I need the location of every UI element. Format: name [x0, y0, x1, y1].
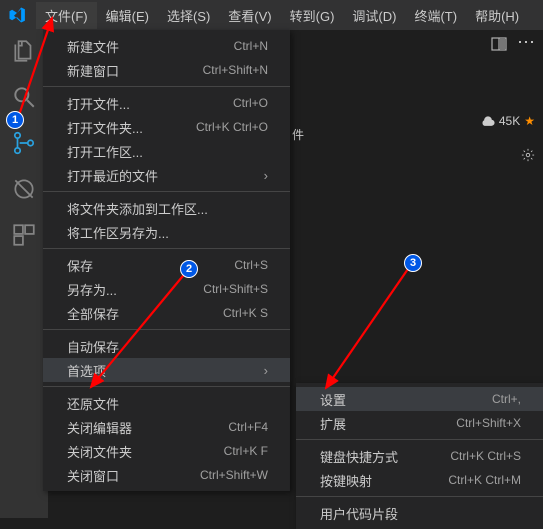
- annotation-marker-3: 3: [404, 254, 422, 272]
- file-menu: 新建文件Ctrl+N 新建窗口Ctrl+Shift+N 打开文件...Ctrl+…: [43, 30, 290, 491]
- cloud-download-icon: [481, 114, 495, 128]
- preferences-submenu: 设置Ctrl+, 扩展Ctrl+Shift+X 键盘快捷方式Ctrl+K Ctr…: [296, 383, 543, 529]
- star-icon: ★: [524, 114, 535, 128]
- more-actions-icon[interactable]: ⋯: [517, 33, 535, 51]
- search-icon[interactable]: [11, 84, 37, 110]
- debug-icon[interactable]: [11, 176, 37, 202]
- menu-separator: [43, 386, 290, 387]
- split-editor-icon[interactable]: [491, 36, 507, 52]
- menu-item-close-window[interactable]: 关闭窗口Ctrl+Shift+W: [43, 463, 290, 487]
- activity-bar: [0, 30, 48, 518]
- submenu-item-keyboard-shortcuts[interactable]: 键盘快捷方式Ctrl+K Ctrl+S: [296, 444, 543, 468]
- menu-item-revert-file[interactable]: 还原文件: [43, 391, 290, 415]
- menu-item-close-folder[interactable]: 关闭文件夹Ctrl+K F: [43, 439, 290, 463]
- source-control-icon[interactable]: [11, 130, 37, 156]
- menu-item-save[interactable]: 保存Ctrl+S: [43, 253, 290, 277]
- menu-separator: [43, 329, 290, 330]
- menu-select[interactable]: 选择(S): [158, 2, 219, 29]
- menu-item-new-window[interactable]: 新建窗口Ctrl+Shift+N: [43, 58, 290, 82]
- menu-terminal[interactable]: 终端(T): [405, 2, 466, 29]
- menu-item-close-editor[interactable]: 关闭编辑器Ctrl+F4: [43, 415, 290, 439]
- menu-help[interactable]: 帮助(H): [466, 2, 528, 29]
- menu-item-preferences[interactable]: 首选项›: [43, 358, 290, 382]
- submenu-item-user-snippets[interactable]: 用户代码片段: [296, 501, 543, 525]
- menu-item-open-recent[interactable]: 打开最近的文件›: [43, 163, 290, 187]
- settings-gear-icon[interactable]: [521, 148, 535, 162]
- menu-item-auto-save[interactable]: 自动保存: [43, 334, 290, 358]
- menu-item-new-file[interactable]: 新建文件Ctrl+N: [43, 34, 290, 58]
- menu-separator: [296, 439, 543, 440]
- menu-separator: [43, 191, 290, 192]
- menu-item-open-workspace[interactable]: 打开工作区...: [43, 139, 290, 163]
- annotation-arrow-3: [320, 260, 420, 395]
- menu-separator: [296, 496, 543, 497]
- submenu-item-keymaps[interactable]: 按键映射Ctrl+K Ctrl+M: [296, 468, 543, 492]
- menu-goto[interactable]: 转到(G): [281, 2, 344, 29]
- menu-edit[interactable]: 编辑(E): [97, 2, 158, 29]
- menubar: 文件(F) 编辑(E) 选择(S) 查看(V) 转到(G) 调试(D) 终端(T…: [0, 0, 543, 30]
- menu-item-open-folder[interactable]: 打开文件夹...Ctrl+K Ctrl+O: [43, 115, 290, 139]
- chevron-right-icon: ›: [264, 363, 268, 378]
- menu-item-open-file[interactable]: 打开文件...Ctrl+O: [43, 91, 290, 115]
- download-count: 45K ★: [481, 114, 535, 128]
- menu-view[interactable]: 查看(V): [219, 2, 280, 29]
- editor-actions: ⋯: [290, 30, 543, 58]
- menu-debug[interactable]: 调试(D): [343, 2, 405, 29]
- menu-separator: [43, 86, 290, 87]
- submenu-item-settings[interactable]: 设置Ctrl+,: [296, 387, 543, 411]
- submenu-item-extensions[interactable]: 扩展Ctrl+Shift+X: [296, 411, 543, 435]
- menu-item-add-folder[interactable]: 将文件夹添加到工作区...: [43, 196, 290, 220]
- extensions-icon[interactable]: [11, 222, 37, 248]
- chevron-right-icon: ›: [264, 168, 268, 183]
- vscode-logo-icon: [8, 6, 26, 24]
- menu-item-save-all[interactable]: 全部保存Ctrl+K S: [43, 301, 290, 325]
- menu-item-save-as[interactable]: 另存为...Ctrl+Shift+S: [43, 277, 290, 301]
- file-tab-label: 件: [292, 126, 304, 143]
- menu-file[interactable]: 文件(F): [36, 2, 97, 29]
- menu-separator: [43, 248, 290, 249]
- files-icon[interactable]: [11, 38, 37, 64]
- menu-item-save-workspace-as[interactable]: 将工作区另存为...: [43, 220, 290, 244]
